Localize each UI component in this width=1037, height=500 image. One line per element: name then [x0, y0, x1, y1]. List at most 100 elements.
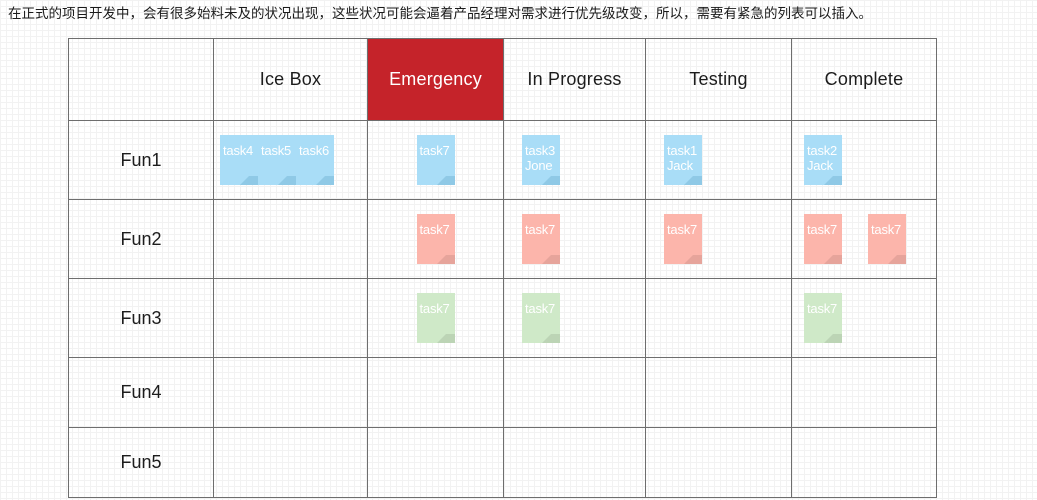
card-stack: [646, 279, 791, 357]
card-stack: task4 task5 task6: [214, 121, 367, 199]
task-card[interactable]: task7: [416, 293, 455, 343]
cell-fun3-emergency[interactable]: task7: [367, 278, 504, 358]
task-card-title: task7: [419, 222, 450, 237]
header-corner-cell: [68, 38, 214, 121]
cell-fun1-testing[interactable]: task1 Jack: [645, 120, 792, 200]
task-card[interactable]: task7: [804, 293, 842, 343]
task-card[interactable]: task7: [868, 214, 906, 264]
cell-fun4-complete[interactable]: [791, 357, 937, 428]
card-stack: task2 Jack: [792, 121, 936, 199]
task-card[interactable]: task1 Jack: [664, 135, 702, 185]
task-card[interactable]: task3 Jone: [522, 135, 560, 185]
task-card-title: task7: [419, 301, 450, 316]
card-stack: task1 Jack: [646, 121, 791, 199]
page-fold-icon: [316, 167, 334, 185]
card-stack: [646, 428, 791, 497]
row-label-fun1[interactable]: Fun1: [68, 120, 214, 200]
task-card[interactable]: task5: [258, 135, 296, 185]
page-fold-icon: [436, 167, 455, 185]
page-fold-icon: [436, 325, 455, 343]
task-card-title: task7: [871, 222, 902, 237]
task-card[interactable]: task7: [416, 135, 455, 185]
row-label-fun2[interactable]: Fun2: [68, 199, 214, 279]
task-card-title: task1: [667, 143, 698, 158]
card-stack: [646, 358, 791, 427]
card-stack: task7: [504, 279, 645, 357]
cell-fun5-complete[interactable]: [791, 427, 937, 498]
page-fold-icon: [240, 167, 258, 185]
task-card[interactable]: task7: [416, 214, 455, 264]
card-stack: [368, 358, 503, 427]
task-card[interactable]: task6: [296, 135, 334, 185]
cell-fun5-emergency[interactable]: [367, 427, 504, 498]
page-fold-icon: [436, 246, 455, 264]
column-header-emergency[interactable]: Emergency: [367, 38, 504, 121]
page-fold-icon: [824, 167, 842, 185]
cell-fun4-icebox[interactable]: [213, 357, 368, 428]
column-header-inprogress[interactable]: In Progress: [503, 38, 646, 121]
task-card[interactable]: task7: [522, 293, 560, 343]
cell-fun4-testing[interactable]: [645, 357, 792, 428]
row-label-fun4[interactable]: Fun4: [68, 357, 214, 428]
task-card-title: task7: [419, 143, 450, 158]
task-card-title: task7: [807, 222, 838, 237]
task-card-title: task7: [525, 301, 556, 316]
cell-fun3-complete[interactable]: task7: [791, 278, 937, 358]
task-card[interactable]: task7: [804, 214, 842, 264]
cell-fun2-inprogress[interactable]: task7: [503, 199, 646, 279]
task-card-title: task7: [807, 301, 838, 316]
page-caption: 在正式的项目开发中，会有很多始料未及的状况出现，这些状况可能会逼着产品经理对需求…: [8, 6, 872, 22]
cell-fun5-testing[interactable]: [645, 427, 792, 498]
cell-fun1-inprogress[interactable]: task3 Jone: [503, 120, 646, 200]
row-label-fun5[interactable]: Fun5: [68, 427, 214, 498]
cell-fun3-inprogress[interactable]: task7: [503, 278, 646, 358]
kanban-board: Ice Box Emergency In Progress Testing Co…: [68, 38, 937, 498]
card-stack: [504, 428, 645, 497]
page-fold-icon: [684, 246, 702, 264]
page-fold-icon: [542, 325, 560, 343]
cell-fun3-testing[interactable]: [645, 278, 792, 358]
task-card-title: task3: [525, 143, 556, 158]
cell-fun1-icebox[interactable]: task4 task5 task6: [213, 120, 368, 200]
cell-fun5-icebox[interactable]: [213, 427, 368, 498]
card-stack: [792, 358, 936, 427]
page-fold-icon: [888, 246, 906, 264]
task-card[interactable]: task7: [522, 214, 560, 264]
card-stack: task7: [646, 200, 791, 278]
page-fold-icon: [824, 325, 842, 343]
task-card[interactable]: task7: [664, 214, 702, 264]
card-stack: [368, 428, 503, 497]
task-card-title: task5: [261, 143, 292, 158]
cell-fun4-emergency[interactable]: [367, 357, 504, 428]
page-fold-icon: [278, 167, 296, 185]
cell-fun2-icebox[interactable]: [213, 199, 368, 279]
cell-fun2-testing[interactable]: task7: [645, 199, 792, 279]
card-stack: task7: [368, 279, 503, 357]
cell-fun1-complete[interactable]: task2 Jack: [791, 120, 937, 200]
board-row: Fun5: [68, 427, 937, 498]
cell-fun2-complete[interactable]: task7 task7: [791, 199, 937, 279]
task-card-title: task6: [299, 143, 330, 158]
cell-fun3-icebox[interactable]: [213, 278, 368, 358]
cell-fun4-inprogress[interactable]: [503, 357, 646, 428]
task-card-title: task2: [807, 143, 838, 158]
card-stack: [214, 200, 367, 278]
card-stack: task7: [368, 200, 503, 278]
board-body: Fun1 task4 task5 task6 task7 task3 Jone task1 Ja…: [68, 120, 937, 498]
column-header-complete[interactable]: Complete: [791, 38, 937, 121]
cell-fun2-emergency[interactable]: task7: [367, 199, 504, 279]
cell-fun5-inprogress[interactable]: [503, 427, 646, 498]
card-stack: [214, 279, 367, 357]
task-card[interactable]: task4: [220, 135, 258, 185]
card-stack: task7 task7: [792, 200, 936, 278]
row-label-fun3[interactable]: Fun3: [68, 278, 214, 358]
task-card-title: task4: [223, 143, 254, 158]
card-stack: task3 Jone: [504, 121, 645, 199]
column-header-icebox[interactable]: Ice Box: [213, 38, 368, 121]
card-stack: task7: [368, 121, 503, 199]
cell-fun1-emergency[interactable]: task7: [367, 120, 504, 200]
page-fold-icon: [542, 167, 560, 185]
page-fold-icon: [542, 246, 560, 264]
column-header-testing[interactable]: Testing: [645, 38, 792, 121]
task-card[interactable]: task2 Jack: [804, 135, 842, 185]
